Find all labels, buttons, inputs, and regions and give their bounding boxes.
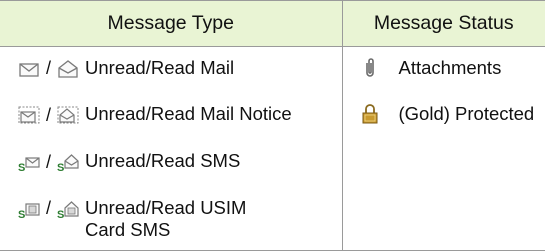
type-label: Unread/Read SMS <box>85 150 241 172</box>
envelope-unread-icon <box>19 63 39 77</box>
separator: / <box>46 58 52 79</box>
type-label: Unread/Read Mail <box>85 56 235 78</box>
status-row-protected: (Gold) Protected <box>342 93 545 140</box>
svg-text:S: S <box>57 162 64 173</box>
type-row-sms: S / S Unread/Read SMS <box>0 140 343 187</box>
svg-text:S: S <box>18 209 25 220</box>
separator: / <box>46 104 52 125</box>
usim-sms-unread-icon: S <box>18 203 40 220</box>
paperclip-icon <box>365 57 374 77</box>
header-message-status: Message Status <box>342 0 545 47</box>
separator: / <box>46 151 52 172</box>
type-row-usim-sms: S / S Unread/Read USIM Card SMS <box>0 186 343 251</box>
padlock-icon <box>362 104 377 124</box>
separator: / <box>46 198 52 219</box>
header-message-type: Message Type <box>0 0 343 47</box>
message-icon-table: Message Type Message Status / Unread/Rea… <box>0 0 545 251</box>
mail-notice-unread-icon <box>18 106 40 124</box>
type-row-mail-notice: / Unread/Read Mail Notice <box>0 93 343 141</box>
envelope-read-icon <box>58 59 78 78</box>
mail-notice-read-icon <box>57 106 79 124</box>
status-label: (Gold) Protected <box>398 103 535 125</box>
type-label: Unread/Read USIM Card SMS <box>85 196 247 240</box>
sms-unread-icon: S <box>18 157 40 173</box>
sms-read-icon: S <box>57 154 79 173</box>
usim-sms-read-icon: S <box>57 201 79 220</box>
type-label: Unread/Read Mail Notice <box>85 103 292 125</box>
svg-text:S: S <box>57 209 64 220</box>
svg-text:S: S <box>18 162 25 173</box>
status-row-attachments: Attachments <box>342 46 545 93</box>
type-row-mail: / Unread/Read Mail <box>0 46 343 94</box>
status-label: Attachments <box>398 56 502 78</box>
